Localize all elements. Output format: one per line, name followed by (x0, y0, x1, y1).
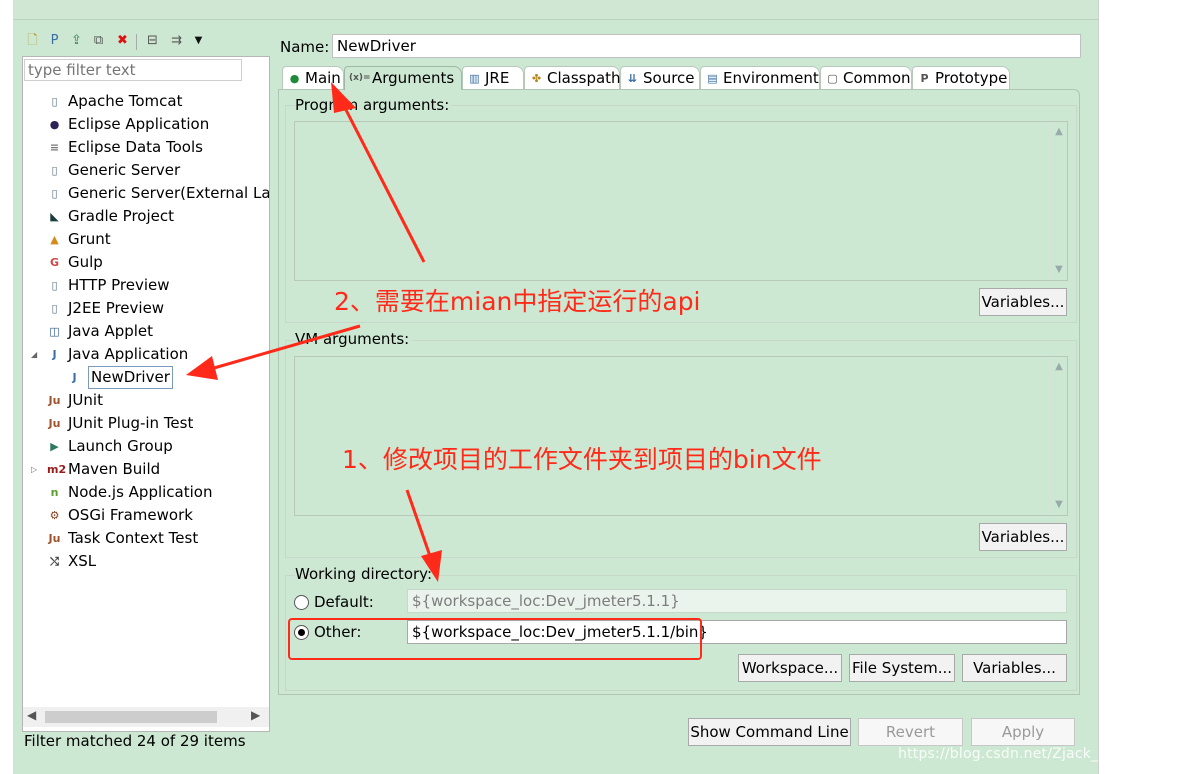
tab-arguments[interactable]: (x)=Arguments (344, 66, 462, 90)
arrow-to-newdriver (213, 324, 361, 370)
arrow-to-working-directory (405, 489, 432, 557)
tab-label: Arguments (372, 69, 455, 87)
watermark: https://blog.csdn.net/Zjack_understands (898, 746, 1184, 762)
arrowhead-newdriver (186, 356, 218, 380)
arrowhead-working-directory (421, 550, 442, 582)
arrow-to-main-tab (343, 107, 426, 263)
annotation-arrows (186, 82, 442, 582)
arguments-tab-icon: (x)= (349, 73, 371, 83)
